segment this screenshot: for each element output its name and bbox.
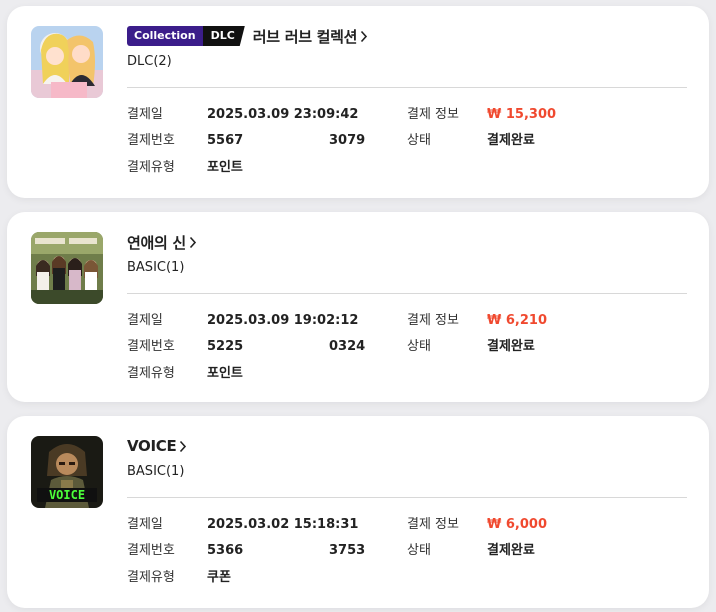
pixel-soldier-cover-icon: VOICE [31,436,103,508]
collection-tag: Collection [127,26,203,46]
payment-number-start: 5567 [207,133,244,148]
anime-cover-icon [31,26,103,98]
payment-info-label: 결제 정보 [407,107,459,122]
title-row[interactable]: Collection DLC 러브 러브 컬렉션 [127,25,368,47]
payment-amount: ₩ 15,300 [487,107,557,122]
purchase-history-list: Collection DLC 러브 러브 컬렉션 DLC(2) 결제일 2025… [0,0,716,612]
payment-amount: ₩ 6,000 [487,517,547,532]
title-row[interactable]: 연애의 신 [127,231,197,253]
divider [127,293,687,294]
payment-date-row: 결제일 2025.03.09 23:09:42 결제 정보 ₩ 15,300 [127,106,687,124]
product-title-link[interactable]: 러브 러브 컬렉션 [253,26,358,47]
payment-type-label: 결제유형 [127,570,175,585]
payment-number-end: 3753 [329,543,366,558]
game-cover-thumbnail[interactable] [31,232,103,304]
order-card: Collection DLC 러브 러브 컬렉션 DLC(2) 결제일 2025… [7,6,709,198]
payment-type-value: 쿠폰 [207,570,231,585]
payment-number-label: 결제번호 [127,339,175,354]
payment-date-label: 결제일 [127,517,163,532]
payment-type-row: 결제유형 포인트 [127,365,687,383]
chevron-right-icon[interactable] [360,30,368,43]
payment-date-row: 결제일 2025.03.09 19:02:12 결제 정보 ₩ 6,210 [127,312,687,330]
payment-type-value: 포인트 [207,160,243,175]
payment-info-label: 결제 정보 [407,517,459,532]
payment-number-label: 결제번호 [127,543,175,558]
dlc-tag: DLC [202,26,245,46]
status-label: 상태 [407,133,431,148]
payment-date-row: 결제일 2025.03.02 15:18:31 결제 정보 ₩ 6,000 [127,516,687,534]
group-cover-icon [31,232,103,304]
payment-type-label: 결제유형 [127,160,175,175]
payment-number-row: 결제번호 5366 3753 상태 결제완료 [127,542,687,560]
status-value: 결제완료 [487,543,535,558]
payment-date-label: 결제일 [127,313,163,328]
payment-date-label: 결제일 [127,107,163,122]
product-edition: BASIC(1) [127,464,185,479]
payment-number-end: 3079 [329,133,366,148]
status-value: 결제완료 [487,339,535,354]
product-tags: Collection DLC [127,26,245,46]
payment-amount: ₩ 6,210 [487,313,547,328]
product-edition: BASIC(1) [127,260,185,275]
payment-type-value: 포인트 [207,366,243,381]
product-edition: DLC(2) [127,54,172,69]
order-card: 연애의 신 BASIC(1) 결제일 2025.03.09 19:02:12 결… [7,212,709,402]
status-value: 결제완료 [487,133,535,148]
payment-type-label: 결제유형 [127,366,175,381]
product-title-link[interactable]: 연애의 신 [127,232,186,253]
payment-number-row: 결제번호 5225 0324 상태 결제완료 [127,338,687,356]
status-label: 상태 [407,339,431,354]
payment-date-value: 2025.03.09 23:09:42 [207,107,359,122]
order-card: VOICE VOICE BASIC(1) 결제일 2025.03.02 15:1… [7,416,709,608]
payment-date-value: 2025.03.09 19:02:12 [207,313,359,328]
svg-text:VOICE: VOICE [49,488,85,502]
payment-number-start: 5366 [207,543,244,558]
payment-date-value: 2025.03.02 15:18:31 [207,517,359,532]
divider [127,87,687,88]
chevron-right-icon[interactable] [189,236,197,249]
divider [127,497,687,498]
chevron-right-icon[interactable] [179,440,187,453]
title-row[interactable]: VOICE [127,435,187,457]
payment-info-label: 결제 정보 [407,313,459,328]
payment-number-start: 5225 [207,339,244,354]
status-label: 상태 [407,543,431,558]
payment-type-row: 결제유형 포인트 [127,159,687,177]
payment-number-row: 결제번호 5567 3079 상태 결제완료 [127,132,687,150]
payment-number-label: 결제번호 [127,133,175,148]
payment-type-row: 결제유형 쿠폰 [127,569,687,587]
product-title-link[interactable]: VOICE [127,437,177,455]
game-cover-thumbnail[interactable] [31,26,103,98]
game-cover-thumbnail[interactable]: VOICE [31,436,103,508]
payment-number-end: 0324 [329,339,366,354]
